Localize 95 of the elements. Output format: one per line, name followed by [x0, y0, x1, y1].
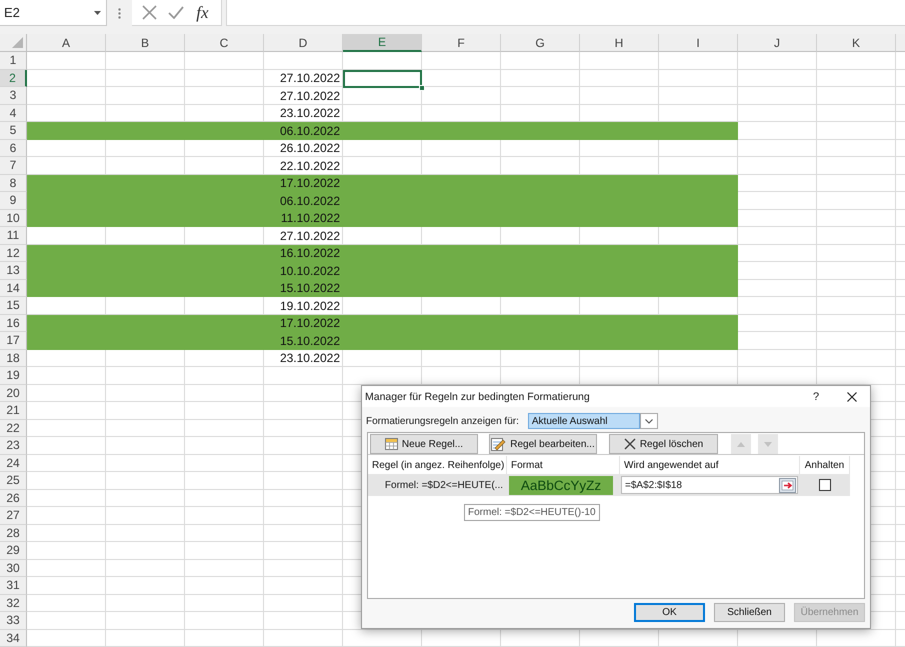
x-icon	[624, 438, 636, 450]
row-header[interactable]: 26	[0, 490, 27, 507]
column-header[interactable]: F	[422, 34, 501, 52]
active-cell[interactable]	[343, 70, 422, 88]
new-rule-button[interactable]: Neue Regel...	[370, 434, 478, 454]
row-header[interactable]: 14	[0, 280, 27, 297]
row-header[interactable]: 1	[0, 52, 27, 70]
row-header[interactable]: 18	[0, 350, 27, 367]
column-header[interactable]: B	[106, 34, 185, 52]
row-header[interactable]: 4	[0, 104, 27, 122]
row-header[interactable]: 24	[0, 454, 27, 472]
date-cell-text: 16.10.2022	[278, 245, 341, 262]
delete-rule-button[interactable]: Regel löschen	[609, 434, 718, 454]
row-header[interactable]: 17	[0, 332, 27, 350]
column-header[interactable]: I	[659, 34, 738, 52]
date-cell-text: 10.10.2022	[278, 262, 341, 280]
cancel-icon[interactable]	[142, 5, 158, 20]
row-header[interactable]: 33	[0, 612, 27, 630]
triangle-icon[interactable]	[12, 37, 23, 48]
dialog-title: Manager für Regeln zur bedingten Formatierung	[364, 390, 591, 402]
column-header[interactable]: E	[343, 34, 422, 52]
row-header[interactable]: 16	[0, 314, 27, 332]
date-cell-text: 17.10.2022	[278, 175, 341, 192]
row-header[interactable]: 21	[0, 402, 27, 420]
row-header[interactable]: 8	[0, 174, 27, 192]
row-header[interactable]: 3	[0, 87, 27, 104]
column-header[interactable]: K	[817, 34, 896, 52]
range-select-icon[interactable]	[779, 478, 796, 492]
table-icon	[384, 438, 398, 450]
row-header[interactable]: 22	[0, 420, 27, 437]
column-header[interactable]: H	[580, 34, 659, 52]
caret-down-icon[interactable]	[94, 10, 101, 14]
row-header[interactable]: 9	[0, 192, 27, 210]
date-cell-text: 23.10.2022	[278, 105, 341, 122]
row-header[interactable]: 30	[0, 560, 27, 577]
row-header[interactable]: 25	[0, 472, 27, 490]
chevron-down-icon[interactable]	[640, 413, 658, 429]
column-header[interactable]: D	[264, 34, 343, 52]
date-cell-text: 15.10.2022	[278, 280, 341, 297]
column-header[interactable]: A	[27, 34, 106, 52]
date-cell-text: 26.10.2022	[278, 140, 341, 157]
date-cell-text: 27.10.2022	[278, 70, 341, 87]
row-header[interactable]: 23	[0, 437, 27, 454]
row-header[interactable]: 13	[0, 262, 27, 280]
formula-input[interactable]	[226, 0, 905, 26]
dialog-button[interactable]: OK	[634, 603, 705, 622]
row-header[interactable]: 34	[0, 630, 27, 647]
pencil-sheet-icon	[491, 438, 506, 450]
date-cell-text: 11.10.2022	[280, 210, 341, 227]
date-cell-text: 17.10.2022	[278, 315, 341, 332]
row-header[interactable]: 5	[0, 122, 27, 140]
row-header[interactable]: 12	[0, 244, 27, 262]
applies-to-field[interactable]: =$A$2:$I$18	[621, 476, 798, 494]
fill-handle[interactable]	[419, 85, 425, 91]
scope-label: Formatierungsregeln anzeigen für:	[366, 416, 519, 426]
row-header[interactable]: 27	[0, 507, 27, 524]
close-icon	[847, 392, 857, 402]
row-header[interactable]: 20	[0, 384, 27, 402]
column-header[interactable]: C	[185, 34, 264, 52]
row-header[interactable]: 32	[0, 594, 27, 612]
date-cell-text: 06.10.2022	[278, 192, 341, 210]
date-cell-text: 23.10.2022	[278, 350, 341, 367]
stop-if-true-checkbox[interactable]	[819, 479, 831, 491]
row-header[interactable]: 29	[0, 542, 27, 560]
row-header[interactable]: 6	[0, 140, 27, 157]
help-button[interactable]: ?	[798, 386, 834, 407]
column-header[interactable]: J	[738, 34, 817, 52]
formula-tooltip: Formel: =$D2<=HEUTE()-10	[464, 504, 600, 521]
row-header[interactable]: 11	[0, 227, 27, 244]
row-header[interactable]: 28	[0, 524, 27, 542]
date-cell-text: 22.10.2022	[278, 158, 341, 174]
dialog-button[interactable]: Schließen	[714, 603, 785, 622]
rule-description: Formel: =$D2<=HEUTE(...	[384, 478, 504, 492]
triangle-up-icon	[737, 442, 745, 446]
rule-row[interactable]: Formel: =$D2<=HEUTE(... AaBbCcYyZz =$A$2:$I$18	[368, 474, 850, 496]
row-header[interactable]: 19	[0, 367, 27, 384]
row-header[interactable]: 2	[0, 70, 27, 87]
name-box[interactable]: E2	[0, 0, 107, 26]
triangle-down-icon	[764, 442, 772, 446]
row-header[interactable]: 15	[0, 297, 27, 314]
date-cell-text: 06.10.2022	[278, 122, 341, 140]
row-header[interactable]: 31	[0, 577, 27, 594]
insert-function-button[interactable]: fx	[194, 4, 211, 21]
format-preview: AaBbCcYyZz	[509, 476, 613, 495]
scope-dropdown[interactable]: Aktuelle Auswahl	[528, 413, 640, 429]
date-cell-text: 19.10.2022	[278, 298, 341, 314]
date-cell-text: 27.10.2022	[278, 88, 341, 104]
date-cell-text: 15.10.2022	[278, 332, 341, 350]
date-cell-text: 27.10.2022	[278, 228, 341, 244]
check-icon[interactable]	[168, 6, 184, 19]
column-header[interactable]: G	[501, 34, 580, 52]
edit-rule-button[interactable]: Regel bearbeiten...	[489, 434, 597, 454]
row-header[interactable]: 7	[0, 157, 27, 174]
row-header[interactable]: 10	[0, 210, 27, 227]
vertical-dots-icon[interactable]	[118, 8, 121, 19]
